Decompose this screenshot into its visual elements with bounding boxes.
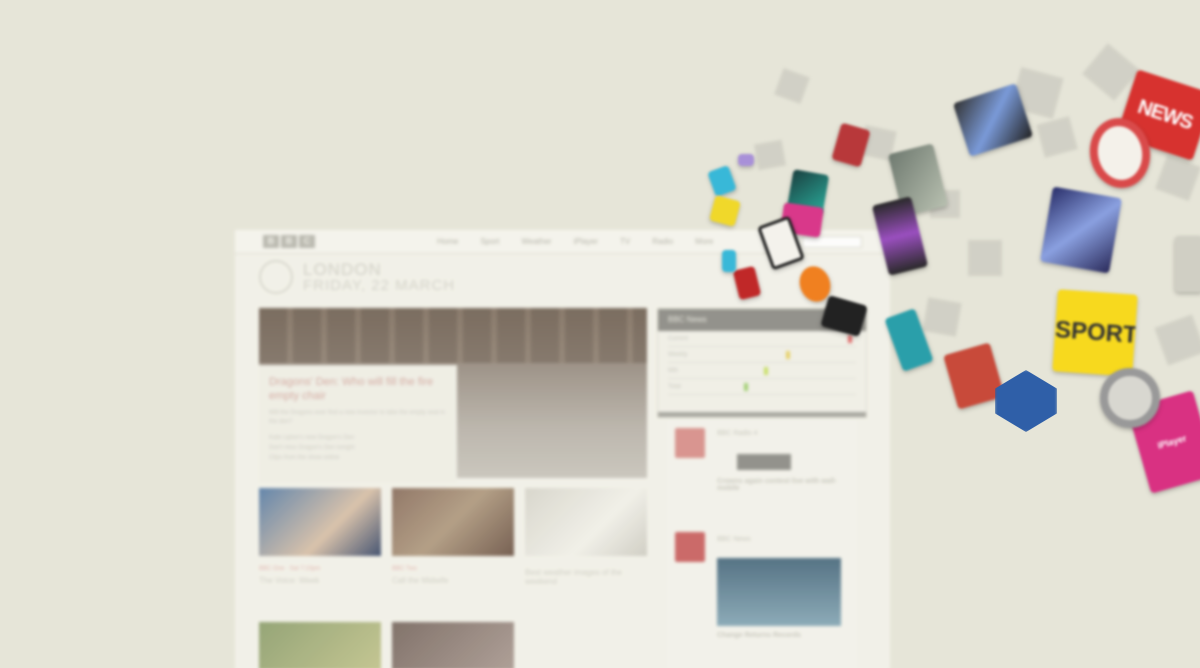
hero-link[interactable]: Kate Lipton's new Dragon's Den <box>269 433 447 443</box>
hero-card[interactable]: Dragons' Den: Who will fill the fire emp… <box>259 365 457 483</box>
blue-hex-icon <box>995 370 1057 432</box>
bar-row: Weekly <box>668 347 856 363</box>
bbc-homepage-preview: B B C Home Sport Weather iPlayer TV Radi… <box>235 230 890 668</box>
cyan-small-icon <box>707 165 737 197</box>
nav-iplayer[interactable]: iPlayer <box>574 237 598 246</box>
thumb-tag: BBC One · Sat 7:10pm <box>259 566 321 572</box>
feed-headline[interactable]: Crowns again contest live with wall-mobi… <box>717 478 837 492</box>
search-input[interactable] <box>802 235 862 248</box>
nav-more[interactable]: More <box>695 237 713 246</box>
nav-tv[interactable]: TV <box>620 237 630 246</box>
logo-letter: B <box>263 235 279 248</box>
red-small-icon <box>831 122 871 168</box>
bar-label: Mth <box>668 368 679 374</box>
feed-headline[interactable]: Change Returns Records <box>717 632 801 639</box>
tv-show-icon <box>1039 186 1123 274</box>
bar-label: Total <box>668 384 681 390</box>
bar-row: Current <box>668 331 856 347</box>
hero-link[interactable]: Don't miss Dragon's Den tonight <box>269 443 447 453</box>
grey-right-icon <box>1175 236 1200 292</box>
nav-radio[interactable]: Radio <box>652 237 673 246</box>
bar-label: Current <box>668 336 689 342</box>
nav-sport[interactable]: Sport <box>480 237 499 246</box>
feed-source: BBC Radio 4 <box>717 430 758 437</box>
yellow-small-icon <box>709 195 741 227</box>
location-icon[interactable] <box>259 260 293 294</box>
logo-letter: C <box>299 235 315 248</box>
feed-source: BBC News <box>717 536 751 543</box>
sport-icon-label: SPORT <box>1054 316 1138 349</box>
location-city: LONDON <box>303 260 382 279</box>
bar-row: Total <box>668 379 856 395</box>
logo-letter: B <box>281 235 297 248</box>
purple-small-icon <box>738 154 754 166</box>
location-header: LONDON FRIDAY, 22 MARCH <box>259 260 455 294</box>
thumb-image[interactable] <box>392 488 514 556</box>
bbc-logo[interactable]: B B C <box>263 235 315 248</box>
bar-label: Weekly <box>668 352 688 358</box>
thumb-tag: BBC Two <box>392 566 417 572</box>
thumb-image[interactable] <box>525 488 647 556</box>
grey-disc-icon <box>1100 368 1160 428</box>
thumb-image[interactable] <box>259 622 381 668</box>
nav-weather[interactable]: Weather <box>521 237 551 246</box>
hero-title[interactable]: Dragons' Den: Who will fill the fire emp… <box>269 375 447 403</box>
feed-button[interactable] <box>737 454 791 470</box>
thumb-title[interactable]: Call the Midwife <box>392 576 448 585</box>
thumb-title[interactable]: Best weather images of the weekend <box>525 568 647 586</box>
location-date: FRIDAY, 22 MARCH <box>303 277 456 294</box>
hero-link[interactable]: Clips from the show online <box>269 453 447 463</box>
bar-row: Mth <box>668 363 856 379</box>
cyan-tiny-icon <box>722 250 736 272</box>
thumb-title[interactable]: The Voice: Week <box>259 576 319 585</box>
feed-logo <box>675 532 705 562</box>
hero-summary: Will the Dragons ever find a new investo… <box>269 410 446 425</box>
feed-logo <box>675 428 705 458</box>
social-feed: BBC Radio 4 Crowns again contest live wi… <box>667 420 857 668</box>
thumb-image[interactable] <box>392 622 514 668</box>
sport-icon: SPORT <box>1052 289 1138 377</box>
feed-image[interactable] <box>717 558 841 626</box>
thumb-image[interactable] <box>259 488 381 556</box>
nav-home[interactable]: Home <box>437 237 458 246</box>
